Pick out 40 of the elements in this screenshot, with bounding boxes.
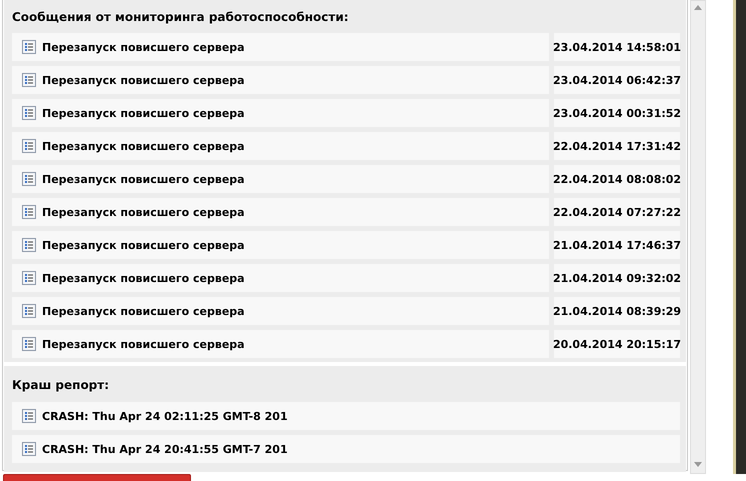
list-item[interactable]: Перезапуск повисшего сервера bbox=[12, 264, 549, 292]
list-icon bbox=[22, 304, 36, 318]
date-cell: 23.04.2014 14:58:01 bbox=[554, 33, 680, 61]
list-item[interactable]: Перезапуск повисшего сервера bbox=[12, 165, 549, 193]
list-icon bbox=[22, 205, 36, 219]
list-icon bbox=[22, 409, 36, 423]
list-item[interactable]: Перезапуск повисшего сервера bbox=[12, 132, 549, 160]
scrollbar[interactable] bbox=[690, 0, 706, 474]
date-cell: 20.04.2014 20:15:17 bbox=[554, 330, 680, 358]
list-icon bbox=[22, 73, 36, 87]
list-icon bbox=[22, 40, 36, 54]
date-cell: 23.04.2014 06:42:37 bbox=[554, 66, 680, 94]
list-item[interactable]: Перезапуск повисшего сервера bbox=[12, 33, 549, 61]
date-cell: 21.04.2014 09:32:02 bbox=[554, 264, 680, 292]
date-cell: 22.04.2014 07:27:22 bbox=[554, 198, 680, 226]
date-cell: 21.04.2014 08:39:29 bbox=[554, 297, 680, 325]
list-item[interactable]: Перезапуск повисшего сервера bbox=[12, 297, 549, 325]
scroll-down-icon[interactable] bbox=[694, 462, 702, 467]
list-item[interactable]: Перезапуск повисшего сервера bbox=[12, 99, 549, 127]
date-cell: 22.04.2014 08:08:02 bbox=[554, 165, 680, 193]
list-item[interactable]: Перезапуск повисшего сервера bbox=[12, 330, 549, 358]
list-item[interactable]: Перезапуск повисшего сервера bbox=[12, 66, 549, 94]
list-icon bbox=[22, 139, 36, 153]
list-icon bbox=[22, 337, 36, 351]
list-icon bbox=[22, 238, 36, 252]
section-heading: Сообщения от мониторинга работоспособности: bbox=[12, 9, 350, 26]
list-icon bbox=[22, 106, 36, 120]
list-item[interactable]: Перезапуск повисшего сервера bbox=[12, 231, 549, 259]
list-item[interactable]: CRASH: Thu Apr 24 20:41:55 GMT-7 201 bbox=[12, 435, 680, 463]
date-cell: 21.04.2014 17:46:37 bbox=[554, 231, 680, 259]
section-heading: Краш репорт: bbox=[12, 377, 110, 394]
scroll-up-icon[interactable] bbox=[694, 5, 702, 10]
list-icon bbox=[22, 172, 36, 186]
list-item[interactable]: CRASH: Thu Apr 24 02:11:25 GMT-8 201 bbox=[12, 402, 680, 430]
list-icon bbox=[22, 271, 36, 285]
list-item[interactable]: Перезапуск повисшего сервера bbox=[12, 198, 549, 226]
action-button[interactable] bbox=[3, 474, 191, 481]
list-icon bbox=[22, 442, 36, 456]
date-cell: 22.04.2014 17:31:42 bbox=[554, 132, 680, 160]
date-cell: 23.04.2014 00:31:52 bbox=[554, 99, 680, 127]
